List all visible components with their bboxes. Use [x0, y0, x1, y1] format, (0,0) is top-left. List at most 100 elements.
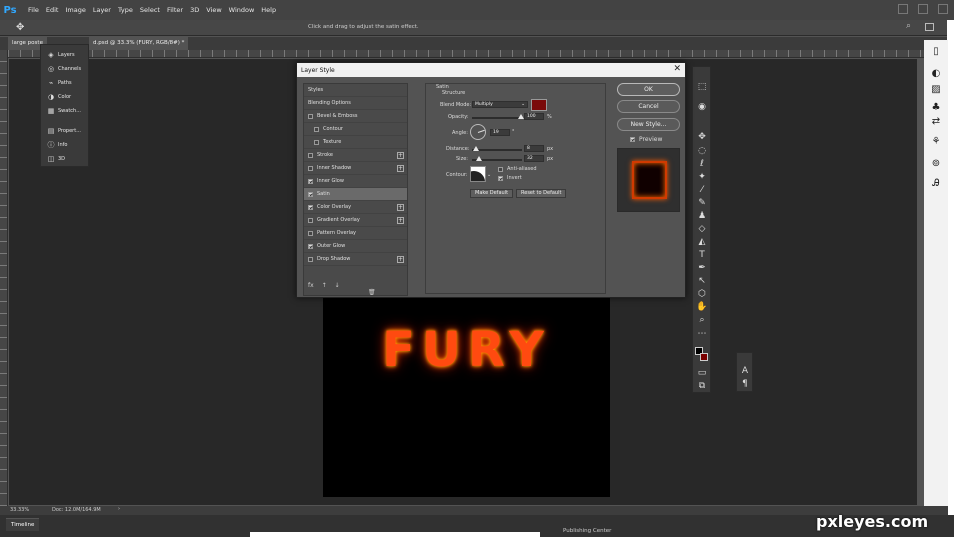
make-default-button[interactable]: Make Default — [470, 189, 514, 198]
distance-slider[interactable] — [472, 149, 522, 151]
move-tool-icon[interactable]: ✥ — [16, 22, 24, 33]
invert-checkbox[interactable] — [498, 175, 503, 181]
lasso-icon[interactable]: ℓ — [696, 158, 708, 170]
zoom-icon[interactable]: ⌕ — [696, 314, 708, 326]
menu-image[interactable]: Image — [65, 6, 85, 14]
path-select-icon[interactable]: ↖ — [696, 275, 708, 287]
eraser-icon[interactable]: ◇ — [696, 223, 708, 235]
panel-paths[interactable]: ⌁ Paths — [47, 79, 72, 87]
panel-properties[interactable]: ▤ Propert... — [47, 127, 81, 135]
cancel-button[interactable]: Cancel — [617, 100, 680, 113]
status-menu-arrow[interactable]: › — [118, 506, 120, 512]
horizontal-ruler[interactable] — [8, 50, 948, 58]
panel-layers[interactable]: ◈ Layers — [47, 51, 74, 59]
pattern-overlay-checkbox[interactable] — [308, 230, 313, 236]
styles-header[interactable]: Styles — [304, 84, 407, 97]
style-inner-glow[interactable]: Inner Glow — [304, 175, 407, 188]
panel-color[interactable]: ◑ Color — [47, 93, 71, 101]
outer-glow-checkbox[interactable] — [308, 243, 313, 249]
hand-icon[interactable]: ✋ — [696, 301, 708, 313]
ok-button[interactable]: OK — [617, 83, 680, 96]
clone-source-icon[interactable]: ⚘ — [930, 136, 942, 148]
panel-channels[interactable]: ◎ Channels — [47, 65, 81, 73]
zoom-level[interactable]: 33.33% — [10, 507, 29, 513]
anti-aliased-option[interactable]: Anti-aliased — [498, 166, 537, 172]
maximize-button[interactable] — [918, 4, 928, 14]
menu-edit[interactable]: Edit — [46, 6, 59, 14]
character-icon[interactable]: A — [739, 365, 751, 377]
style-color-overlay[interactable]: Color Overlay + — [304, 201, 407, 214]
gradient-icon[interactable]: ◭ — [696, 236, 708, 248]
delete-icon[interactable]: 🗑 — [368, 289, 376, 296]
satin-checkbox[interactable] — [308, 191, 313, 197]
move-up-icon[interactable]: ↑ — [322, 282, 327, 289]
glyphs-icon[interactable]: Ꭿ — [930, 178, 942, 190]
panel-swatches[interactable]: ▦ Swatch... — [47, 107, 81, 115]
panel-info[interactable]: ⓘ Info — [47, 141, 68, 149]
magic-wand-icon[interactable]: ✦ — [696, 171, 708, 183]
inner-glow-checkbox[interactable] — [308, 178, 313, 184]
anti-aliased-checkbox[interactable] — [498, 166, 503, 172]
close-window-button[interactable] — [938, 4, 948, 14]
panel-3d[interactable]: ◫ 3D — [47, 155, 65, 163]
workspace-icon[interactable] — [925, 23, 934, 31]
texture-checkbox[interactable] — [314, 139, 319, 145]
minimize-button[interactable] — [898, 4, 908, 14]
style-bevel-emboss[interactable]: Bevel & Emboss — [304, 110, 407, 123]
add-drop-shadow-icon[interactable]: + — [397, 255, 404, 263]
preview-checkbox[interactable] — [630, 137, 635, 142]
vertical-ruler[interactable] — [0, 50, 8, 506]
brush-presets-icon[interactable]: ♣ — [930, 102, 942, 114]
reset-to-default-button[interactable]: Reset to Default — [516, 189, 567, 198]
timeline-tab[interactable]: Timeline — [6, 518, 40, 531]
add-stroke-icon[interactable]: + — [397, 151, 404, 159]
quick-mask-icon[interactable]: ▭ — [696, 367, 708, 379]
add-inner-shadow-icon[interactable]: + — [397, 164, 404, 172]
menu-type[interactable]: Type — [118, 6, 133, 14]
shape-icon[interactable]: ⬡ — [696, 288, 708, 300]
menu-help[interactable]: Help — [261, 6, 276, 14]
opacity-field[interactable]: 100 — [524, 113, 544, 120]
add-gradient-overlay-icon[interactable]: + — [397, 216, 404, 224]
menu-layer[interactable]: Layer — [93, 6, 111, 14]
menu-select[interactable]: Select — [140, 6, 160, 14]
history-icon[interactable]: ▯ — [930, 46, 942, 58]
menu-file[interactable]: File — [28, 6, 39, 14]
style-satin[interactable]: Satin — [304, 188, 407, 201]
stamp-icon[interactable]: ♟ — [696, 210, 708, 222]
stroke-checkbox[interactable] — [308, 152, 313, 158]
size-slider-knob[interactable] — [476, 156, 482, 161]
actions-icon[interactable]: ⇄ — [930, 116, 942, 128]
drop-shadow-checkbox[interactable] — [308, 256, 313, 262]
style-outer-glow[interactable]: Outer Glow — [304, 240, 407, 253]
angle-dial[interactable] — [470, 124, 486, 140]
angle-field[interactable]: 19 — [490, 129, 510, 136]
contour-dropdown-icon[interactable]: ⌄ — [487, 172, 491, 178]
quick-select-icon[interactable]: ◉ — [696, 101, 708, 113]
menu-filter[interactable]: Filter — [167, 6, 183, 14]
pen-icon[interactable]: ✒ — [696, 262, 708, 274]
style-stroke[interactable]: Stroke + — [304, 149, 407, 162]
eyedropper-icon[interactable]: ⁄ — [696, 184, 708, 196]
opacity-slider[interactable] — [472, 117, 522, 119]
tab-active-document[interactable]: d.psd @ 33.3% (FURY, RGB/8#) * — [89, 37, 189, 50]
style-contour[interactable]: Contour — [304, 123, 407, 136]
menu-3d[interactable]: 3D — [190, 6, 199, 14]
search-icon[interactable]: ⌕ — [906, 21, 911, 31]
distance-field[interactable]: 8 — [524, 145, 544, 152]
type-icon[interactable]: T — [696, 249, 708, 261]
screen-mode-icon[interactable]: ⧉ — [696, 380, 708, 392]
move-icon[interactable]: ✥ — [696, 131, 708, 143]
invert-option[interactable]: Invert — [498, 175, 522, 181]
menu-window[interactable]: Window — [229, 6, 255, 14]
marquee-icon[interactable]: ◌ — [696, 145, 708, 157]
style-texture[interactable]: Texture — [304, 136, 407, 149]
gradient-overlay-checkbox[interactable] — [308, 217, 313, 223]
artboard-tool-icon[interactable]: ⬚ — [696, 81, 708, 93]
blend-mode-select[interactable]: Multiply ⌄ — [472, 101, 528, 108]
preview-option[interactable]: Preview — [630, 136, 662, 143]
new-style-button[interactable]: New Style... — [617, 118, 680, 131]
style-drop-shadow[interactable]: Drop Shadow + — [304, 253, 407, 266]
size-field[interactable]: 32 — [524, 155, 544, 162]
more-tools-icon[interactable]: ⋯ — [696, 328, 708, 340]
